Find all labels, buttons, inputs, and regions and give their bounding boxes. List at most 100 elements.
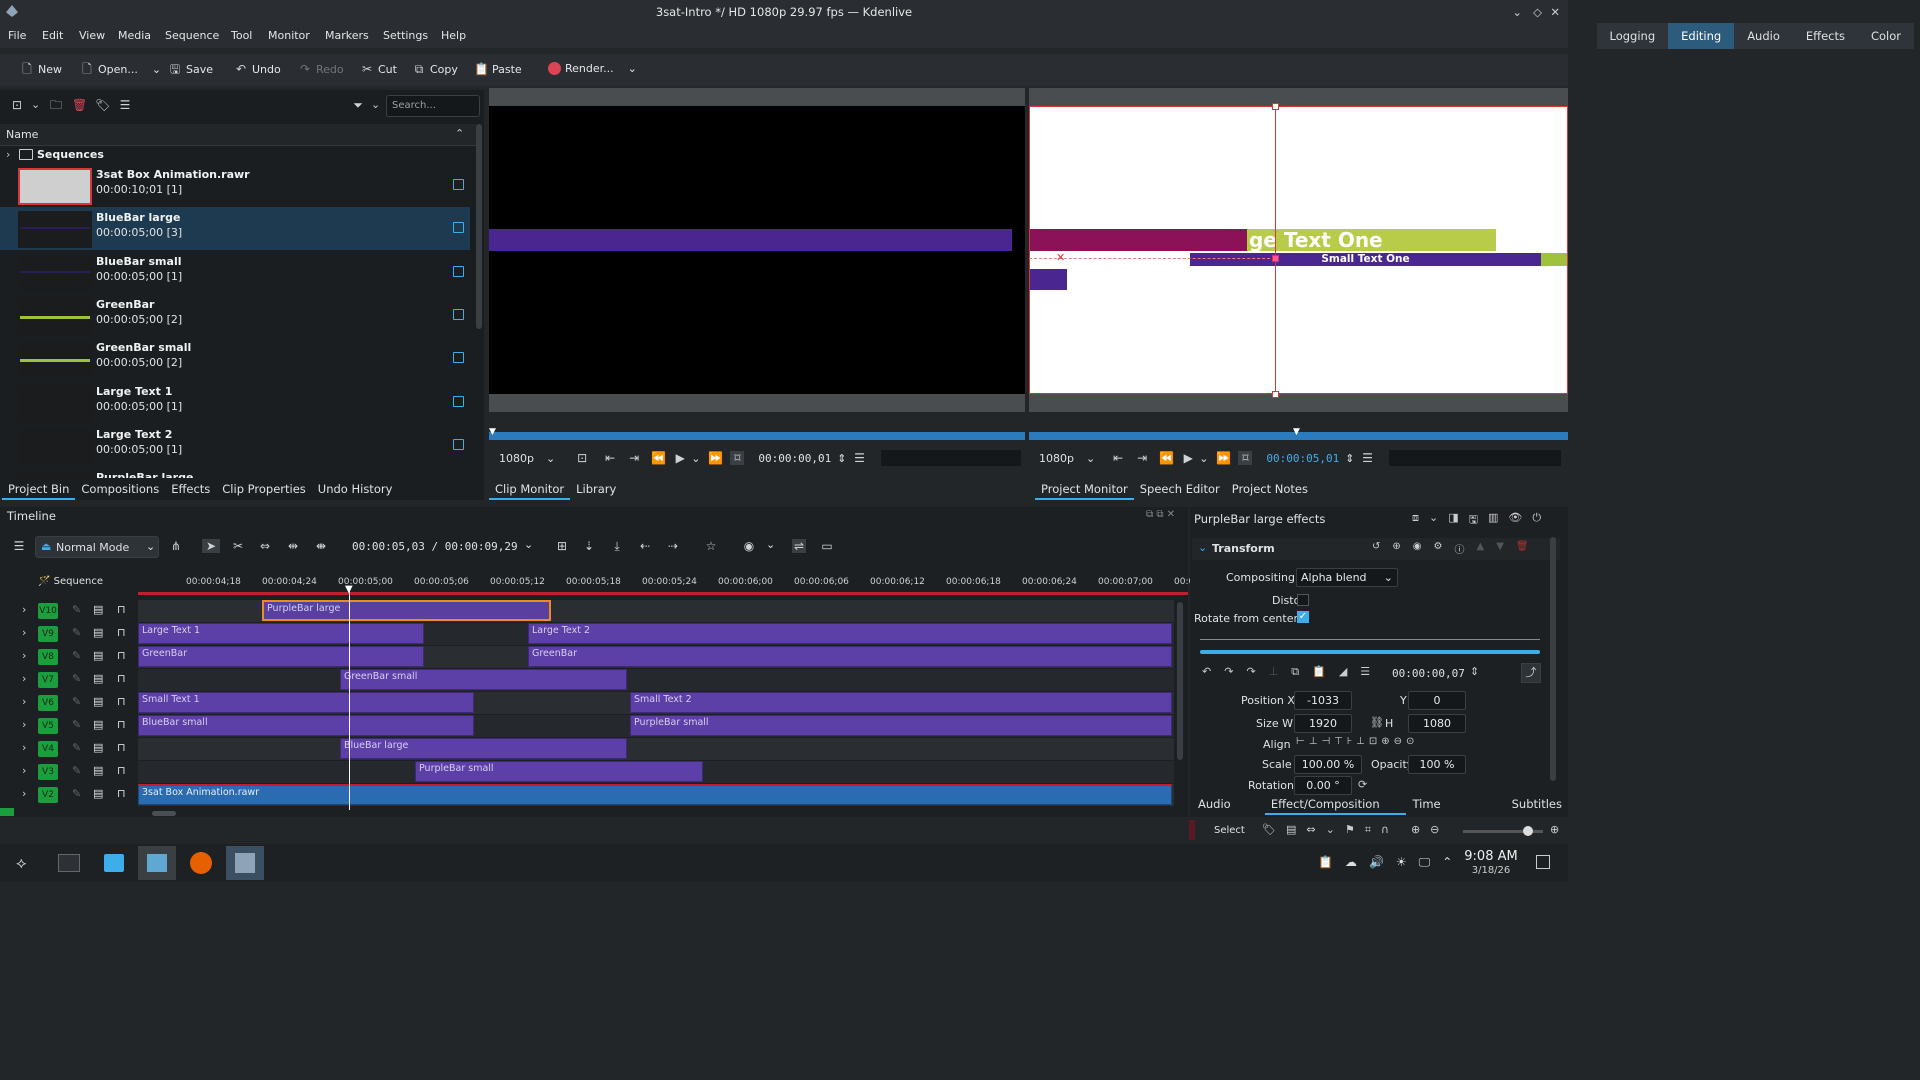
folder-sequences[interactable]: › Sequences [0, 146, 476, 164]
bin-item[interactable]: Large Text 2 00:00:05;00 [1] [0, 424, 470, 467]
forward-icon[interactable]: ⏩ [708, 451, 723, 465]
bin-column-header[interactable]: Name ⌃ [0, 124, 476, 146]
chevron-right-icon[interactable]: › [22, 764, 26, 777]
chevron-down-icon[interactable]: ⌄ [691, 452, 700, 465]
size-w-input[interactable]: 1920 [1294, 714, 1352, 733]
align-vcenter-icon[interactable]: ⊦ [1347, 736, 1352, 747]
undo-icon[interactable]: ↶ [1202, 665, 1211, 679]
clip-monitor-ruler[interactable]: ▼ [489, 427, 1025, 440]
chevron-down-icon[interactable]: ⌄ [371, 98, 380, 111]
menu-tool[interactable]: Tool [231, 29, 252, 42]
keyframe-timecode[interactable]: 00:00:00,07 [1392, 667, 1465, 680]
effect-icon[interactable]: ✎ [72, 718, 81, 731]
position-y-input[interactable]: 0 [1408, 691, 1466, 710]
set-in-icon[interactable]: ⇤ [603, 451, 617, 465]
project-monitor-ruler[interactable]: ▼ [1029, 427, 1568, 440]
align-hcenter-icon[interactable]: ⊥ [1309, 736, 1318, 747]
zoom-fit-icon[interactable]: ⊡ [575, 451, 589, 465]
align-bottom-icon[interactable]: ⊥ [1356, 736, 1365, 747]
track-label[interactable]: V7 [38, 672, 58, 688]
firefox-icon[interactable] [190, 852, 212, 874]
add-clip-icon[interactable]: ⊡ [10, 98, 24, 112]
playhead-icon[interactable]: ▼ [1293, 427, 1300, 437]
chevron-down-icon[interactable]: ⌄ [31, 98, 40, 111]
down-icon[interactable]: ▼ [1496, 541, 1504, 556]
tab-clip-properties[interactable]: Clip Properties [216, 478, 312, 500]
chevron-right-icon[interactable]: › [22, 649, 26, 662]
slip-icon[interactable]: ⇼ [314, 539, 328, 553]
curve-edit-icon[interactable]: ⤴ [1521, 663, 1541, 683]
zoom-slider[interactable] [1463, 826, 1543, 836]
chevron-down-icon[interactable]: ⌄ [1086, 452, 1095, 465]
effect-icon[interactable]: ✎ [72, 626, 81, 639]
zoom-slider-handle[interactable] [1523, 826, 1533, 836]
zoom-fit-icon[interactable]: ⊕ [1550, 823, 1559, 836]
bin-item[interactable]: BlueBar large 00:00:05;00 [3] [0, 207, 470, 251]
render-button[interactable]: Render... ⌄ [548, 62, 637, 75]
brightness-icon[interactable]: ☀ [1396, 855, 1407, 870]
timeline-playhead[interactable] [349, 587, 350, 810]
track-header[interactable]: › V2 ✎ ▤ ⊓ [0, 784, 138, 806]
overwrite-icon[interactable]: ⤓ [610, 539, 624, 553]
chevron-right-icon[interactable]: › [22, 603, 26, 616]
lock-icon[interactable]: ⊓ [117, 764, 126, 777]
menu-markers[interactable]: Markers [325, 29, 369, 42]
redo-icon[interactable]: ↷ [1224, 665, 1233, 679]
bin-scrollbar[interactable] [476, 124, 482, 329]
timeline-clip[interactable]: PurpleBar small [630, 715, 1172, 736]
minimize-icon[interactable]: ⌄ [1512, 0, 1522, 24]
track-lane[interactable] [138, 669, 1174, 691]
rewind-icon[interactable]: ⏪ [1159, 451, 1174, 465]
scale-input[interactable]: 100.00 % [1294, 755, 1362, 774]
redo-button[interactable]: ↷ Redo [298, 62, 344, 76]
lock-icon[interactable]: ⊓ [117, 787, 126, 800]
effect-icon[interactable]: ✎ [72, 649, 81, 662]
bin-search-input[interactable]: Search... [386, 95, 480, 117]
lock-icon[interactable]: ⊓ [117, 649, 126, 662]
film-icon[interactable]: ▤ [93, 787, 103, 800]
bin-item[interactable]: GreenBar small 00:00:05;00 [2] [0, 337, 470, 380]
timeline-clip[interactable]: BlueBar small [138, 715, 474, 736]
lock-icon[interactable]: ⊓ [117, 672, 126, 685]
tab-time-remapping[interactable]: Time Remapping [1406, 793, 1505, 833]
chevron-down-icon[interactable]: ⌄ [546, 452, 555, 465]
timeline-clip[interactable]: BlueBar large [340, 738, 627, 759]
playhead-icon[interactable]: ▼ [345, 584, 353, 595]
zoom-fit-icon[interactable]: ⊙ [1406, 736, 1414, 747]
keyframe-ruler[interactable] [1200, 629, 1540, 643]
dock-float-icon[interactable]: ⧉ ⧉ ✕ [1146, 509, 1175, 520]
mixer-icon[interactable]: ⇌ [792, 539, 806, 553]
menu-view[interactable]: View [79, 29, 105, 42]
track-header[interactable]: › V5 ✎ ▤ ⊓ [0, 715, 138, 737]
spacer-tool-icon[interactable]: ⋔ [169, 539, 183, 553]
file-manager-task[interactable] [138, 846, 176, 880]
track-header[interactable]: › V7 ✎ ▤ ⊓ [0, 669, 138, 691]
split-icon[interactable]: ⊥ [1269, 665, 1279, 679]
store-icon[interactable] [104, 854, 124, 872]
bin-item[interactable]: GreenBar 00:00:05;00 [2] [0, 294, 470, 337]
tab-project-bin[interactable]: Project Bin [2, 478, 76, 500]
align-left-icon[interactable]: ⊢ [1296, 736, 1305, 747]
compare-icon[interactable]: ⧈ [1412, 511, 1419, 530]
effect-icon[interactable]: ✎ [72, 603, 81, 616]
edit-mode-select[interactable]: ⏏ Normal Mode ⌄ [35, 536, 159, 558]
timeline-clip[interactable]: Large Text 1 [138, 623, 424, 644]
transform-center-handle[interactable] [1272, 255, 1279, 262]
transform-frame[interactable] [1029, 106, 1568, 394]
cut-button[interactable]: ✂ Cut [360, 62, 397, 76]
menu-sequence[interactable]: Sequence [165, 29, 219, 42]
up-icon[interactable]: ▲ [1476, 541, 1484, 556]
ripple-icon[interactable]: ⇹ [286, 539, 300, 553]
reset-icon[interactable]: ↺ [1372, 541, 1380, 556]
timecode-stepper-icon[interactable]: ⇕ [1470, 665, 1479, 678]
film-icon[interactable]: ▤ [93, 672, 103, 685]
filter-icon[interactable]: ⏷ [351, 98, 365, 112]
layout-logging[interactable]: Logging [1596, 23, 1669, 49]
clock-date[interactable]: 3/18/26 [1464, 865, 1518, 876]
rewind-icon[interactable]: ⏪ [651, 451, 666, 465]
network-icon[interactable]: ☁ [1345, 855, 1357, 870]
effects-scrollbar[interactable] [1550, 537, 1556, 781]
bin-item[interactable]: BlueBar small 00:00:05;00 [1] [0, 251, 470, 294]
extract-icon[interactable]: ⇠ [638, 539, 652, 553]
chevron-down-icon[interactable]: ⌄ [1429, 511, 1438, 530]
